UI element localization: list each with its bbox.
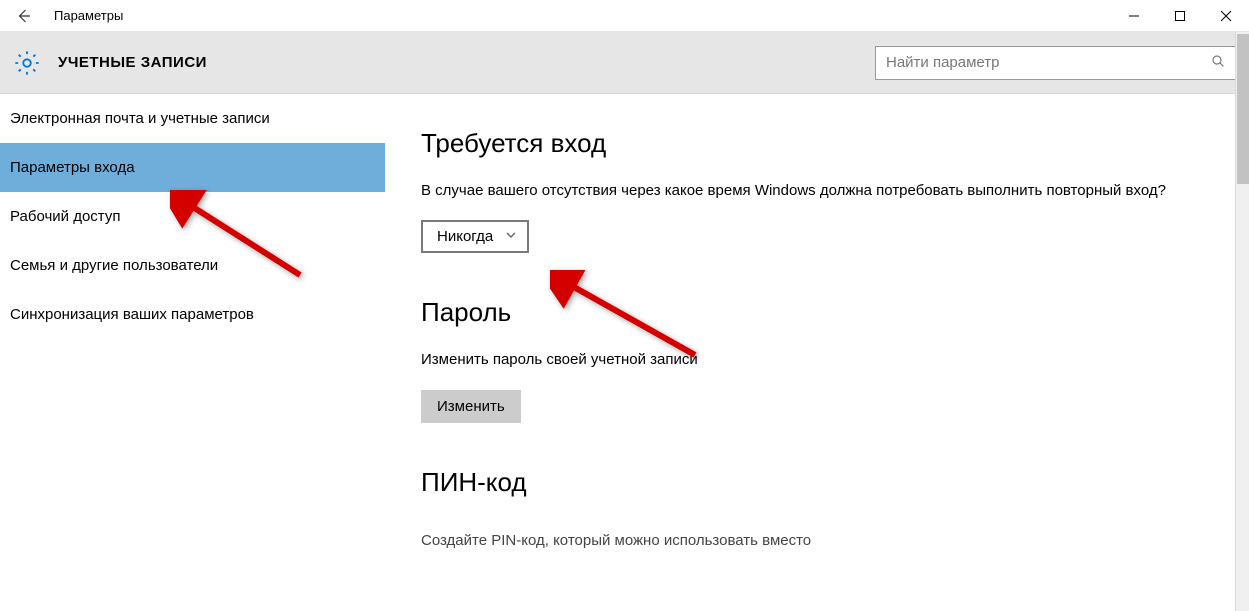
main-content: Требуется вход В случае вашего отсутстви… <box>385 94 1249 611</box>
titlebar: Параметры <box>0 0 1249 32</box>
combo-value: Никогда <box>437 228 493 245</box>
heading-require-signin: Требуется вход <box>421 128 1213 159</box>
search-box[interactable] <box>875 46 1237 80</box>
search-icon <box>1210 53 1226 72</box>
heading-password: Пароль <box>421 297 1213 328</box>
scrollbar[interactable] <box>1235 32 1249 611</box>
pin-description: Создайте PIN-код, который можно использо… <box>421 518 1213 549</box>
heading-pin: ПИН-код <box>421 467 1213 498</box>
sidebar-item-signin-options[interactable]: Параметры входа <box>0 143 385 192</box>
password-description: Изменить пароль своей учетной записи <box>421 348 1181 371</box>
chevron-down-icon <box>505 229 517 244</box>
sidebar-item-work-access[interactable]: Рабочий доступ <box>0 192 385 241</box>
maximize-button[interactable] <box>1157 0 1203 32</box>
header: УЧЕТНЫЕ ЗАПИСИ <box>0 32 1249 94</box>
page-title: УЧЕТНЫЕ ЗАПИСИ <box>58 54 875 71</box>
sidebar-item-email-accounts[interactable]: Электронная почта и учетные записи <box>0 94 385 143</box>
sidebar: Электронная почта и учетные записи Парам… <box>0 94 385 611</box>
sidebar-item-family-users[interactable]: Семья и другие пользователи <box>0 241 385 290</box>
require-signin-description: В случае вашего отсутствия через какое в… <box>421 179 1181 202</box>
require-signin-combo[interactable]: Никогда <box>421 220 529 253</box>
search-input[interactable] <box>886 54 1210 71</box>
minimize-button[interactable] <box>1111 0 1157 32</box>
window-title: Параметры <box>48 8 1111 23</box>
close-button[interactable] <box>1203 0 1249 32</box>
window-controls <box>1111 0 1249 32</box>
back-button[interactable] <box>0 0 48 32</box>
sidebar-item-sync-settings[interactable]: Синхронизация ваших параметров <box>0 290 385 339</box>
change-password-button[interactable]: Изменить <box>421 390 521 423</box>
scrollbar-thumb[interactable] <box>1237 34 1249 184</box>
settings-icon <box>8 44 46 82</box>
